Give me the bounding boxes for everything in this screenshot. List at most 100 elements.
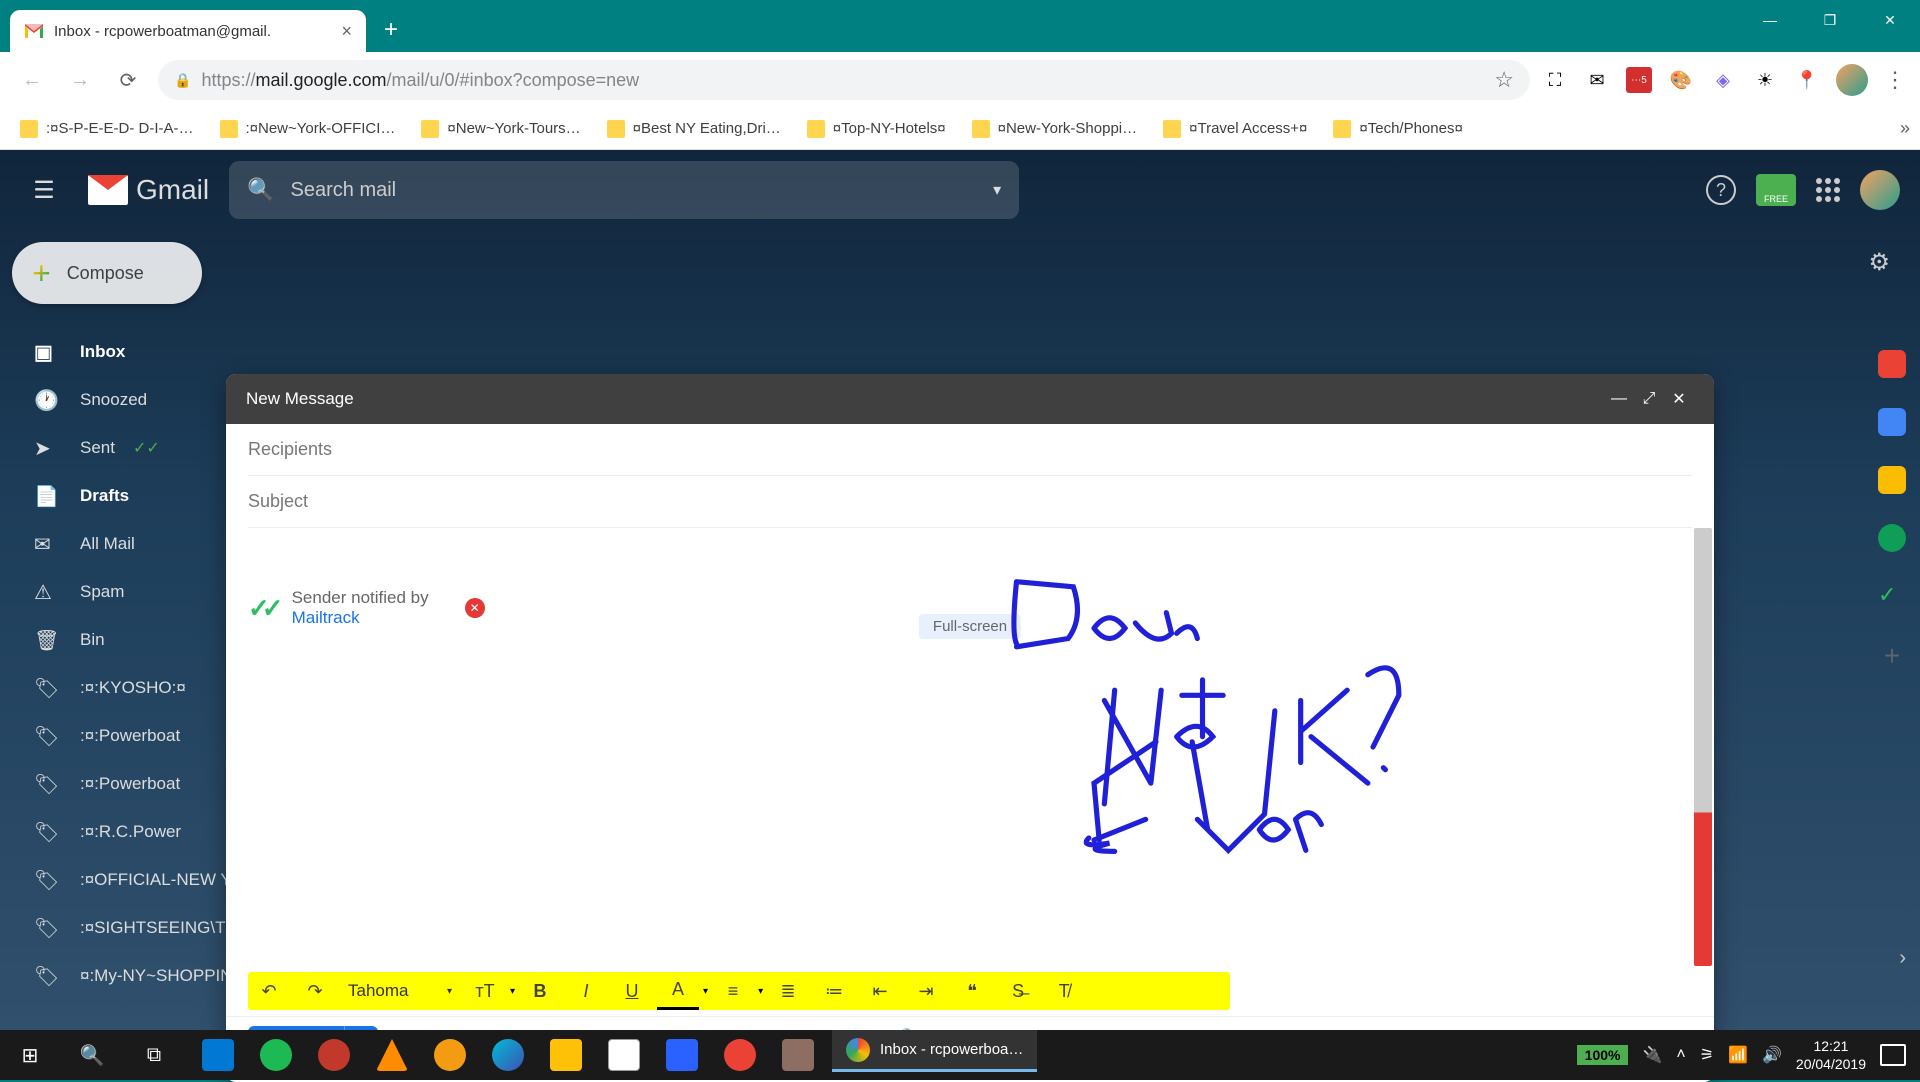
quote-button[interactable]: ❝ — [951, 972, 993, 1010]
bookmark-item[interactable]: ¤Top-NY-Hotels¤ — [797, 114, 956, 144]
system-clock[interactable]: 12:2120/04/2019 — [1796, 1037, 1866, 1073]
collapse-panel-button[interactable]: › — [1899, 947, 1906, 970]
account-avatar[interactable] — [1860, 170, 1900, 210]
keep-addon-icon[interactable] — [1878, 466, 1906, 494]
google-apps-button[interactable] — [1816, 178, 1840, 202]
reload-button[interactable]: ⟳ — [110, 62, 146, 98]
nav-snoozed[interactable]: 🕐Snoozed — [0, 376, 232, 424]
label-item[interactable]: 🏷:¤:Powerboat — [0, 712, 232, 760]
text-color-button[interactable]: A — [657, 972, 699, 1010]
taskbar-app[interactable] — [248, 1030, 304, 1080]
taskbar-app[interactable] — [712, 1030, 768, 1080]
taskbar-app[interactable] — [480, 1030, 536, 1080]
extension-weather-icon[interactable]: ☀ — [1752, 67, 1778, 93]
calendar-addon-icon[interactable] — [1878, 408, 1906, 436]
compose-close-button[interactable]: ✕ — [1664, 389, 1694, 409]
volume-icon[interactable]: 🔊 — [1762, 1045, 1782, 1065]
mailtrack-addon-icon[interactable]: ✓ — [1878, 582, 1906, 610]
forward-button[interactable]: → — [62, 62, 98, 98]
mailtrack-dismiss-button[interactable]: ✕ — [465, 598, 485, 618]
battery-indicator[interactable]: 100% — [1577, 1045, 1629, 1065]
action-center-button[interactable] — [1880, 1044, 1906, 1066]
profile-avatar[interactable] — [1836, 64, 1868, 96]
gmail-logo[interactable]: Gmail — [88, 174, 209, 206]
align-button[interactable]: ≡ — [712, 972, 754, 1010]
undo-button[interactable]: ↶ — [248, 972, 290, 1010]
search-input[interactable] — [291, 179, 978, 202]
label-item[interactable]: 🏷:¤OFFICIAL-NEW YORK¤. — [0, 856, 232, 904]
bold-button[interactable]: B — [519, 972, 561, 1010]
recipients-input[interactable] — [248, 439, 1692, 460]
nav-allmail[interactable]: ✉All Mail — [0, 520, 232, 568]
window-close-button[interactable]: ✕ — [1860, 0, 1920, 40]
nav-bin[interactable]: 🗑Bin — [0, 616, 232, 664]
taskbar-app[interactable] — [306, 1030, 362, 1080]
taskbar-app[interactable] — [770, 1030, 826, 1080]
search-options-button[interactable]: ▾ — [993, 180, 1001, 200]
clear-formatting-button[interactable]: T̸ — [1043, 972, 1085, 1010]
nav-sent[interactable]: ➤Sent✓✓ — [0, 424, 232, 472]
label-item[interactable]: 🏷:¤SIGHTSEEING\TRAVE… — [0, 904, 232, 952]
bookmark-item[interactable]: ¤New~York-Tours… — [411, 114, 590, 144]
browser-menu-button[interactable]: ⋮ — [1884, 67, 1906, 93]
bookmark-item[interactable]: :¤S-P-E-E-D- D-I-A-… — [10, 114, 204, 144]
taskbar-app[interactable] — [190, 1030, 246, 1080]
extension-fullscreen-icon[interactable]: ⛶ — [1542, 67, 1568, 93]
font-size-button[interactable]: ᴛT — [464, 972, 506, 1010]
search-box[interactable]: 🔍 ▾ — [229, 161, 1019, 219]
tasks-addon-icon[interactable] — [1878, 524, 1906, 552]
tray-chevron-icon[interactable]: ˄ — [1676, 1046, 1685, 1064]
free-badge[interactable]: FREE — [1756, 174, 1796, 206]
label-item[interactable]: 🏷:¤:KYOSHO:¤ — [0, 664, 232, 712]
window-maximize-button[interactable]: ❐ — [1800, 0, 1860, 40]
compose-titlebar[interactable]: New Message — ⤢ ✕ — [226, 374, 1714, 424]
power-icon[interactable]: 🔌 — [1642, 1045, 1662, 1065]
outdent-button[interactable]: ⇤ — [859, 972, 901, 1010]
label-item[interactable]: 🏷¤:My-NY~SHOPPING!:¤ — [0, 952, 232, 1000]
italic-button[interactable]: I — [565, 972, 607, 1010]
taskbar-app[interactable] — [596, 1030, 652, 1080]
addon-icon[interactable] — [1878, 350, 1906, 378]
extension-lastpass-icon[interactable]: ⋯5 — [1626, 67, 1652, 93]
tab-close-icon[interactable]: × — [341, 21, 352, 42]
search-button[interactable]: 🔍 — [62, 1030, 122, 1080]
bookmark-item[interactable]: ¤Travel Access+¤ — [1153, 114, 1317, 144]
nav-drafts[interactable]: 📄Drafts — [0, 472, 232, 520]
taskbar-app[interactable] — [538, 1030, 594, 1080]
taskbar-app[interactable] — [364, 1030, 420, 1080]
taskbar-app[interactable] — [422, 1030, 478, 1080]
bookmark-item[interactable]: ¤Best NY Eating,Dri… — [597, 114, 791, 144]
settings-gear-icon[interactable]: ⚙ — [1868, 248, 1890, 277]
nav-inbox[interactable]: ▣Inbox — [0, 328, 232, 376]
compose-popout-button[interactable]: ⤢ — [1634, 390, 1664, 408]
back-button[interactable]: ← — [14, 62, 50, 98]
new-tab-button[interactable]: + — [384, 16, 398, 44]
compose-scrollbar[interactable] — [1694, 528, 1712, 966]
compose-body[interactable]: ✓✓ Sender notified byMailtrack ✕ Full-sc… — [226, 528, 1714, 966]
numbered-list-button[interactable]: ≣ — [767, 972, 809, 1010]
extension-maps-icon[interactable]: ◈ — [1710, 67, 1736, 93]
menu-toggle-button[interactable]: ☰ — [20, 166, 68, 214]
label-item[interactable]: 🏷:¤:R.C.Power — [0, 808, 232, 856]
compose-button[interactable]: + Compose — [12, 242, 202, 304]
extension-location-icon[interactable]: 📍 — [1794, 67, 1820, 93]
network-icon[interactable]: ⚞ — [1700, 1045, 1714, 1065]
url-input[interactable]: 🔒 https://mail.google.com/mail/u/0/#inbo… — [158, 60, 1530, 100]
task-view-button[interactable]: ⧉ — [124, 1030, 184, 1080]
bookmark-star-icon[interactable]: ☆ — [1494, 67, 1514, 93]
label-item[interactable]: 🏷:¤:Powerboat — [0, 760, 232, 808]
extension-colorpicker-icon[interactable]: 🎨 — [1668, 67, 1694, 93]
mailtrack-link[interactable]: Mailtrack — [292, 608, 360, 627]
extension-gmail-icon[interactable]: ✉ — [1584, 67, 1610, 93]
bookmark-item[interactable]: ¤Tech/Phones¤ — [1323, 114, 1472, 144]
redo-button[interactable]: ↷ — [294, 972, 336, 1010]
underline-button[interactable]: U — [611, 972, 653, 1010]
help-button[interactable]: ? — [1706, 175, 1736, 205]
bookmarks-overflow-button[interactable]: » — [1900, 118, 1910, 139]
browser-tab[interactable]: Inbox - rcpowerboatman@gmail. × — [10, 10, 366, 52]
compose-minimize-button[interactable]: — — [1604, 390, 1634, 408]
indent-button[interactable]: ⇥ — [905, 972, 947, 1010]
wifi-icon[interactable]: 📶 — [1728, 1045, 1748, 1065]
bullet-list-button[interactable]: ≔ — [813, 972, 855, 1010]
subject-input[interactable] — [248, 491, 1692, 512]
